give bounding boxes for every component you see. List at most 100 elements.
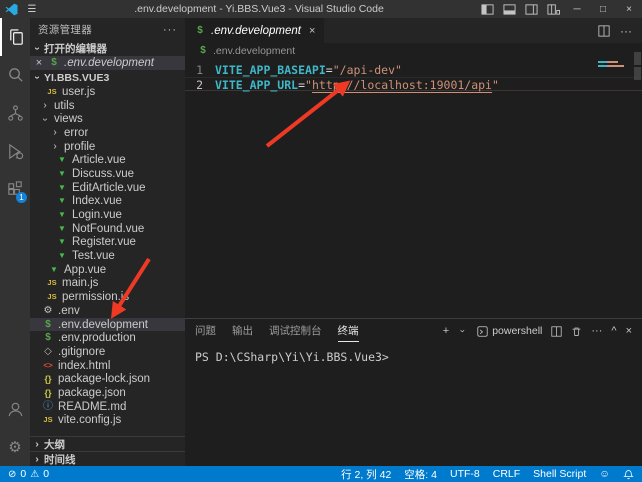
toggle-sidebar-icon[interactable] — [476, 0, 498, 18]
json-icon: {} — [42, 387, 54, 399]
new-terminal-icon[interactable]: + — [443, 325, 449, 337]
tree-item-README.md[interactable]: ⓘREADME.md — [30, 400, 185, 414]
tree-item-error[interactable]: ›error — [30, 126, 185, 140]
tree-item-vite.config.js[interactable]: JSvite.config.js — [30, 414, 185, 428]
toggle-panel-icon[interactable] — [498, 0, 520, 18]
problems-status[interactable]: ⊘ 0 ⚠ 0 — [8, 468, 49, 480]
tree-item-EditArticle.vue[interactable]: ▼EditArticle.vue — [30, 181, 185, 195]
status-encoding[interactable]: UTF-8 — [450, 468, 480, 480]
menu-icon[interactable]: ☰ — [22, 4, 42, 15]
status-eol[interactable]: CRLF — [493, 468, 520, 480]
maximize-panel-icon[interactable]: ^ — [611, 325, 616, 337]
tree-item-.env.production[interactable]: $.env.production — [30, 331, 185, 345]
tree-item-permission.js[interactable]: JSpermission.js — [30, 290, 185, 304]
tree-item-utils[interactable]: ›utils — [30, 99, 185, 113]
maximize-button[interactable]: □ — [590, 0, 616, 18]
activity-settings[interactable]: ⚙ — [0, 428, 30, 466]
tree-item-label: .env.production — [58, 332, 136, 344]
env-icon: $ — [42, 319, 54, 331]
project-section[interactable]: › YI.BBS.VUE3 — [30, 70, 185, 85]
extensions-badge: 1 — [16, 192, 27, 203]
tree-item-index.html[interactable]: <>index.html — [30, 359, 185, 373]
activity-run-debug[interactable] — [0, 132, 30, 170]
vue-icon: ▼ — [56, 236, 68, 248]
tree-item-.env.development[interactable]: $ .env.development — [30, 318, 185, 332]
outline-section[interactable]: › 大纲 — [30, 436, 185, 451]
feedback-icon[interactable]: ☺ — [599, 468, 610, 480]
close-icon[interactable]: × — [309, 25, 315, 37]
code-editor[interactable]: 1VITE_APP_BASEAPI="/api-dev"2VITE_APP_UR… — [185, 58, 642, 318]
kill-terminal-icon[interactable] — [571, 326, 582, 337]
breadcrumb[interactable]: $ .env.development — [185, 43, 642, 58]
close-button[interactable]: × — [616, 0, 642, 18]
vue-icon: ▼ — [56, 154, 68, 166]
close-panel-icon[interactable]: × — [626, 325, 632, 337]
timeline-section[interactable]: › 时间线 — [30, 451, 185, 466]
tab-bar: $ .env.development × ··· — [185, 18, 642, 43]
more-actions-icon[interactable]: ··· — [163, 24, 177, 36]
minimap[interactable] — [598, 61, 626, 67]
status-cursor-position[interactable]: 行 2, 列 42 — [341, 467, 391, 482]
tree-item-Article.vue[interactable]: ▼Article.vue — [30, 153, 185, 167]
activity-search[interactable] — [0, 56, 30, 94]
line-number: 1 — [185, 63, 215, 77]
activity-explorer[interactable] — [0, 18, 30, 56]
tree-item-.gitignore[interactable]: ◇.gitignore — [30, 345, 185, 359]
notifications-bell-icon[interactable] — [623, 469, 634, 480]
panel-tab-problems[interactable]: 问题 — [195, 320, 216, 342]
tree-item-NotFound.vue[interactable]: ▼NotFound.vue — [30, 222, 185, 236]
chevron-right-icon: › — [40, 100, 50, 111]
warning-icon: ⚠ — [30, 469, 39, 480]
toggle-secondary-sidebar-icon[interactable] — [520, 0, 542, 18]
status-language-mode[interactable]: Shell Script — [533, 468, 586, 480]
url-link[interactable]: http://localhost:19001/api — [312, 78, 492, 93]
tree-item-Discuss.vue[interactable]: ▼Discuss.vue — [30, 167, 185, 181]
panel-tab-output[interactable]: 输出 — [232, 320, 253, 342]
tree-item-user.js[interactable]: JSuser.js — [30, 85, 185, 99]
tree-item-label: error — [64, 127, 88, 139]
tree-item-Test.vue[interactable]: ▼ Test.vue — [30, 249, 185, 263]
editor-more-actions-icon[interactable]: ··· — [620, 24, 632, 38]
account-icon — [6, 400, 25, 419]
split-terminal-icon[interactable] — [551, 326, 562, 337]
activity-account[interactable] — [0, 390, 30, 428]
status-indentation[interactable]: 空格: 4 — [404, 467, 437, 482]
open-editors-section[interactable]: › 打开的编辑器 — [30, 41, 185, 56]
vue-icon: ▼ — [56, 195, 68, 207]
tree-item-main.js[interactable]: JSmain.js — [30, 277, 185, 291]
tree-item-label: Test.vue — [72, 250, 115, 262]
vue-icon: ▼ — [56, 250, 68, 262]
split-editor-icon[interactable] — [598, 25, 610, 37]
minimize-button[interactable]: ─ — [564, 0, 590, 18]
tree-item-label: Discuss.vue — [72, 168, 134, 180]
tree-item-views[interactable]: ›views — [30, 112, 185, 126]
tree-item-Login.vue[interactable]: ▼Login.vue — [30, 208, 185, 222]
tree-item-package-lock.json[interactable]: {}package-lock.json — [30, 372, 185, 386]
tree-item-label: Login.vue — [72, 209, 122, 221]
outline-label: 大纲 — [44, 437, 65, 452]
close-icon[interactable]: × — [34, 57, 44, 69]
tree-item-package.json[interactable]: {}package.json — [30, 386, 185, 400]
git-icon: ◇ — [42, 346, 54, 358]
tab-env-development[interactable]: $ .env.development × — [185, 18, 324, 43]
panel-more-actions-icon[interactable]: ··· — [591, 325, 602, 337]
tree-item-Index.vue[interactable]: ▼Index.vue — [30, 195, 185, 209]
tree-item-label: .env.development — [58, 319, 148, 331]
customize-layout-icon[interactable] — [542, 0, 564, 18]
warning-count: 0 — [43, 468, 49, 480]
open-editor-item[interactable]: × $ .env.development — [30, 56, 185, 70]
panel-tab-terminal[interactable]: 终端 — [338, 320, 359, 342]
tree-item-Register.vue[interactable]: ▼Register.vue — [30, 236, 185, 250]
run-debug-icon — [6, 142, 25, 161]
panel-tab-debug-console[interactable]: 调试控制台 — [269, 320, 322, 342]
tree-item-.env[interactable]: ⚙.env — [30, 304, 185, 318]
activity-source-control[interactable] — [0, 94, 30, 132]
error-icon: ⊘ — [8, 469, 16, 480]
terminal-content[interactable]: PS D:\CSharp\Yi\Yi.BBS.Vue3> — [185, 343, 642, 466]
terminal-instance[interactable]: powershell — [477, 325, 542, 337]
terminal-dropdown-icon[interactable]: › — [458, 326, 468, 336]
tree-item-profile[interactable]: ›profile — [30, 140, 185, 154]
activity-extensions[interactable]: 1 — [0, 170, 30, 208]
tree-item-App.vue[interactable]: ▼App.vue — [30, 263, 185, 277]
json-icon: {} — [42, 373, 54, 385]
